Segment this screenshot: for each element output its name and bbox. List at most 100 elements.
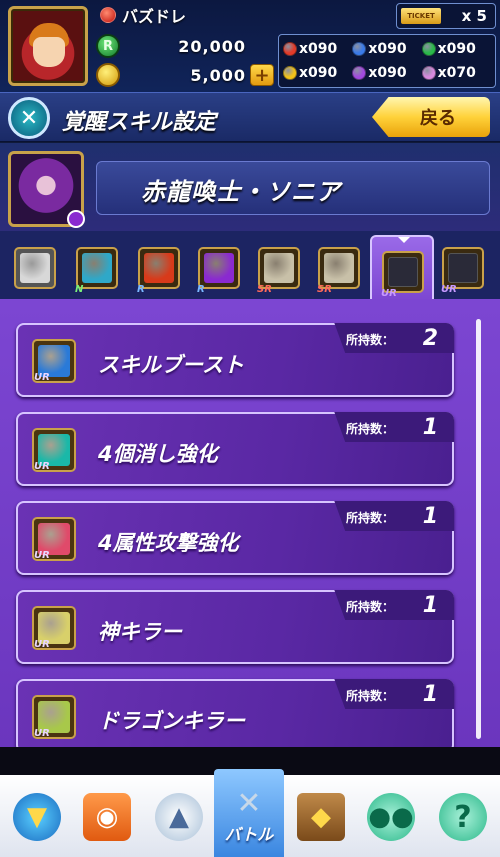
skill-boost-icon: UR bbox=[32, 339, 76, 383]
map-icon: ▼ bbox=[13, 793, 61, 841]
coin-row: 5,000 + bbox=[96, 62, 276, 88]
player-name-row: バズドレ bbox=[100, 4, 186, 26]
up-arrow-icon: UR bbox=[32, 428, 76, 472]
slot-6[interactable]: SR bbox=[317, 247, 360, 295]
skill-rarity: UR bbox=[34, 728, 50, 739]
book-icon: ◆ bbox=[297, 793, 345, 841]
empty-slot-icon bbox=[388, 257, 418, 287]
nav-help[interactable]: ? bbox=[428, 777, 498, 857]
owned-count: 2 bbox=[422, 326, 438, 351]
orb-dark: x090 bbox=[352, 61, 421, 85]
skill-item-4-erase[interactable]: 所持数： 1 UR 4個消し強化 bbox=[16, 412, 454, 486]
wood-orb-icon bbox=[421, 42, 436, 56]
owned-label: 所持数： bbox=[345, 689, 394, 703]
avatar-face bbox=[33, 37, 65, 67]
skill-rarity: UR bbox=[34, 461, 50, 472]
battle-icon: ✕ bbox=[236, 785, 262, 821]
resist-skill-icon bbox=[264, 253, 294, 283]
slot-rarity: SR bbox=[317, 284, 332, 295]
owned-count: 1 bbox=[422, 593, 438, 618]
ticket-counter[interactable]: TICKET x 5 bbox=[396, 3, 496, 29]
owned-count: 1 bbox=[422, 415, 438, 440]
owned-count: 1 bbox=[422, 682, 438, 707]
orb-wood: x090 bbox=[421, 37, 491, 61]
nav-shop[interactable]: ◉ bbox=[72, 777, 142, 857]
skill-rarity: UR bbox=[34, 550, 50, 561]
skill-slot-icon bbox=[20, 253, 50, 283]
orb-rainbow: x070 bbox=[421, 61, 491, 85]
monster-icon: ▲ bbox=[155, 793, 203, 841]
four-attribute-icon: UR bbox=[32, 517, 76, 561]
skill-item-god-killer[interactable]: 所持数： 1 UR 神キラー bbox=[16, 590, 454, 664]
skill-rarity: UR bbox=[34, 372, 50, 383]
slot-rarity: R bbox=[137, 284, 145, 295]
skill-name: スキルブースト bbox=[98, 353, 244, 377]
skill-slot-row: N R R SR SR UR UR bbox=[0, 231, 500, 305]
skill-item-skill-boost[interactable]: 所持数： 2 UR スキルブースト bbox=[16, 323, 454, 397]
skill-item-4-attribute[interactable]: 所持数： 1 UR 4属性攻撃強化 bbox=[16, 501, 454, 575]
orb-count: x090 bbox=[368, 65, 407, 81]
player-name: バズドレ bbox=[122, 7, 187, 26]
skill-rarity: UR bbox=[34, 639, 50, 650]
light-orb-icon bbox=[283, 66, 297, 80]
rainbow-orb-icon bbox=[421, 66, 436, 80]
skill-name: 4属性攻撃強化 bbox=[98, 531, 239, 555]
orb-water: x090 bbox=[352, 37, 421, 61]
character-name: 赤龍喚士・ソニア bbox=[141, 178, 341, 206]
slot-rarity: R bbox=[197, 284, 205, 295]
help-icon: ? bbox=[439, 793, 487, 841]
skill-list: 所持数： 2 UR スキルブースト 所持数： 1 UR 4個消し強化 所持数： … bbox=[0, 299, 500, 753]
slot-rarity: N bbox=[75, 284, 84, 295]
bottom-nav: ▼ ◉ ▲ ✕ バトル ◆ ●● ? bbox=[0, 747, 500, 857]
orb-count: x070 bbox=[437, 65, 476, 81]
skill-item-dragon-killer[interactable]: 所持数： 1 UR ドラゴンキラー bbox=[16, 679, 454, 753]
back-button[interactable]: 戻る bbox=[372, 97, 490, 137]
nav-battle-label: バトル bbox=[224, 825, 274, 844]
dark-skill-icon bbox=[204, 253, 234, 283]
owned-count: 1 bbox=[422, 504, 438, 529]
empty-slot-icon bbox=[448, 253, 478, 283]
slot-3[interactable]: R bbox=[137, 247, 180, 295]
orb-count: x090 bbox=[299, 41, 338, 57]
ticket-icon: TICKET bbox=[401, 8, 441, 24]
owned-label: 所持数： bbox=[345, 511, 394, 525]
rune-row: R 20,000 bbox=[96, 33, 276, 59]
slot-1[interactable] bbox=[14, 247, 56, 289]
water-orb-icon bbox=[352, 42, 367, 56]
coin-value: 5,000 bbox=[190, 65, 246, 85]
orb-light: x090 bbox=[283, 61, 352, 85]
water-drop-icon bbox=[82, 253, 112, 283]
dragon-killer-icon: UR bbox=[32, 695, 76, 739]
shop-icon: ◉ bbox=[83, 793, 131, 841]
fire-attribute-icon bbox=[100, 7, 116, 23]
nav-map[interactable]: ▼ bbox=[2, 777, 72, 857]
crossed-swords-icon: ✕ bbox=[8, 97, 50, 139]
slot-2[interactable]: N bbox=[75, 247, 118, 295]
slot-4[interactable]: R bbox=[197, 247, 240, 295]
status-header: バズドレ R 20,000 5,000 + TICKET x 5 x090 x0… bbox=[0, 0, 500, 92]
nav-battle[interactable]: ✕ バトル bbox=[214, 769, 284, 857]
orb-count: x090 bbox=[368, 41, 407, 57]
rune-icon: R bbox=[96, 34, 120, 58]
character-portrait[interactable] bbox=[8, 151, 85, 228]
owned-label: 所持数： bbox=[345, 600, 394, 614]
dark-attribute-icon bbox=[67, 210, 85, 228]
friends-icon: ●● bbox=[367, 793, 415, 841]
coin-icon bbox=[96, 63, 120, 87]
slot-7[interactable]: UR bbox=[381, 251, 424, 299]
player-avatar[interactable] bbox=[8, 6, 88, 86]
orb-count: x090 bbox=[437, 41, 476, 57]
page-title: 覚醒スキル設定 bbox=[62, 110, 217, 135]
list-scrollbar[interactable] bbox=[476, 319, 481, 739]
orb-inventory: x090 x090 x090 x090 x090 x070 bbox=[278, 34, 496, 88]
nav-friends[interactable]: ●● bbox=[356, 777, 426, 857]
dark-orb-icon bbox=[352, 66, 367, 80]
slot-rarity: SR bbox=[257, 284, 272, 295]
nav-monster[interactable]: ▲ bbox=[144, 777, 214, 857]
nav-book[interactable]: ◆ bbox=[286, 777, 356, 857]
selected-indicator-icon bbox=[398, 237, 410, 243]
god-killer-icon: UR bbox=[32, 606, 76, 650]
slot-5[interactable]: SR bbox=[257, 247, 300, 295]
add-coin-button[interactable]: + bbox=[250, 64, 274, 86]
slot-8[interactable]: UR bbox=[441, 247, 484, 295]
